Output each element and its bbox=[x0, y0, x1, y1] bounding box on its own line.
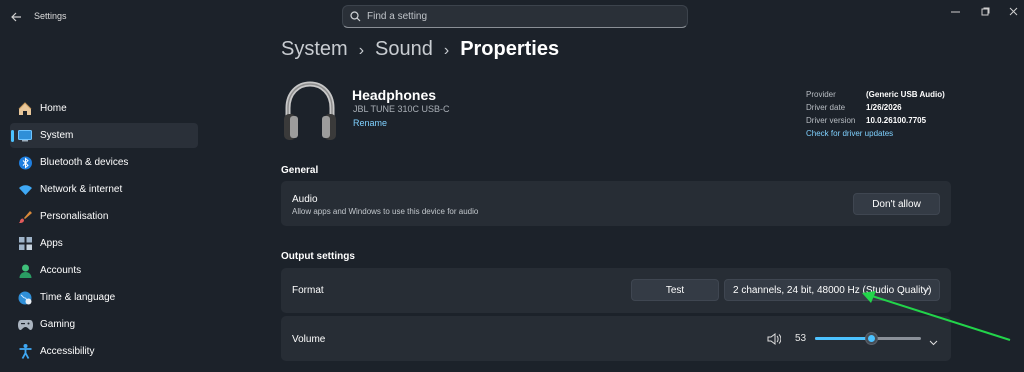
bluetooth-icon bbox=[16, 154, 34, 172]
general-section-title: General bbox=[281, 165, 319, 176]
breadcrumb-separator: › bbox=[443, 42, 450, 59]
check-driver-updates-link[interactable]: Check for driver updates bbox=[806, 129, 893, 138]
sidebar-item-network[interactable]: Network & internet bbox=[10, 177, 198, 202]
sidebar-item-label: Apps bbox=[40, 238, 63, 249]
selection-indicator bbox=[11, 130, 14, 142]
speaker-icon[interactable] bbox=[767, 332, 782, 350]
breadcrumb-separator: › bbox=[358, 42, 365, 59]
app-title: Settings bbox=[34, 11, 67, 21]
accessibility-icon bbox=[16, 343, 34, 361]
sidebar-item-label: Gaming bbox=[40, 319, 76, 330]
driver-version-label: Driver version bbox=[806, 116, 856, 125]
apps-icon bbox=[16, 235, 34, 253]
home-icon bbox=[16, 100, 34, 118]
headphones-icon bbox=[282, 80, 338, 147]
annotation-arrow-icon bbox=[862, 291, 1011, 341]
accounts-icon bbox=[16, 262, 34, 280]
back-arrow-icon bbox=[10, 12, 21, 22]
breadcrumb: System › Sound › Properties bbox=[281, 38, 559, 61]
sidebar-item-accessibility[interactable]: Accessibility bbox=[10, 339, 198, 364]
search-box[interactable] bbox=[342, 5, 688, 28]
format-label: Format bbox=[292, 285, 324, 296]
system-icon bbox=[16, 127, 34, 145]
sidebar-item-home[interactable]: Home bbox=[10, 96, 198, 121]
sidebar-item-label: Personalisation bbox=[40, 211, 109, 222]
maximize-icon bbox=[981, 7, 989, 15]
sidebar-item-label: Time & language bbox=[40, 292, 116, 303]
driver-date-value: 1/26/2026 bbox=[866, 103, 902, 112]
volume-value: 53 bbox=[795, 333, 807, 344]
breadcrumb-system[interactable]: System bbox=[281, 38, 348, 61]
minimize-icon bbox=[950, 11, 960, 12]
provider-value: (Generic USB Audio) bbox=[866, 90, 945, 99]
output-section-title: Output settings bbox=[281, 251, 355, 262]
maximize-button[interactable] bbox=[970, 4, 1000, 18]
close-icon bbox=[1009, 7, 1017, 15]
audio-description: Allow apps and Windows to use this devic… bbox=[292, 207, 479, 216]
rename-link[interactable]: Rename bbox=[353, 118, 387, 128]
search-icon bbox=[343, 11, 367, 22]
sidebar-item-label: Network & internet bbox=[40, 184, 123, 195]
sidebar-item-label: System bbox=[40, 130, 74, 141]
test-button[interactable]: Test bbox=[631, 279, 719, 301]
breadcrumb-sound[interactable]: Sound bbox=[375, 38, 433, 61]
minimize-button[interactable] bbox=[940, 4, 970, 18]
device-name: Headphones bbox=[352, 87, 437, 103]
dont-allow-button[interactable]: Don't allow bbox=[853, 193, 940, 215]
back-button[interactable] bbox=[6, 8, 26, 26]
page-title: Properties bbox=[460, 38, 560, 60]
sidebar-item-gaming[interactable]: Gaming bbox=[10, 312, 198, 337]
device-model: JBL TUNE 310C USB-C bbox=[353, 104, 450, 114]
driver-version-value: 10.0.26100.7705 bbox=[866, 116, 927, 125]
sidebar-item-bluetooth[interactable]: Bluetooth & devices bbox=[10, 150, 198, 175]
sidebar-item-label: Accounts bbox=[40, 265, 82, 276]
search-input[interactable] bbox=[367, 11, 667, 22]
globe-icon bbox=[16, 289, 34, 307]
sidebar-item-apps[interactable]: Apps bbox=[10, 231, 198, 256]
sidebar-item-time-language[interactable]: Time & language bbox=[10, 285, 198, 310]
provider-label: Provider bbox=[806, 90, 836, 99]
sidebar-item-system[interactable]: System bbox=[10, 123, 198, 148]
volume-label: Volume bbox=[292, 334, 326, 345]
sidebar-item-label: Bluetooth & devices bbox=[40, 157, 129, 168]
sidebar-item-accounts[interactable]: Accounts bbox=[10, 258, 198, 283]
audio-title: Audio bbox=[292, 194, 318, 205]
sidebar-item-label: Accessibility bbox=[40, 346, 95, 357]
close-button[interactable] bbox=[998, 4, 1024, 18]
wifi-icon bbox=[16, 181, 34, 199]
sidebar-item-label: Home bbox=[40, 103, 67, 114]
driver-date-label: Driver date bbox=[806, 103, 846, 112]
sidebar-item-personalisation[interactable]: Personalisation bbox=[10, 204, 198, 229]
brush-icon bbox=[16, 208, 34, 226]
gamepad-icon bbox=[16, 316, 34, 334]
audio-card: Audio Allow apps and Windows to use this… bbox=[281, 181, 951, 226]
